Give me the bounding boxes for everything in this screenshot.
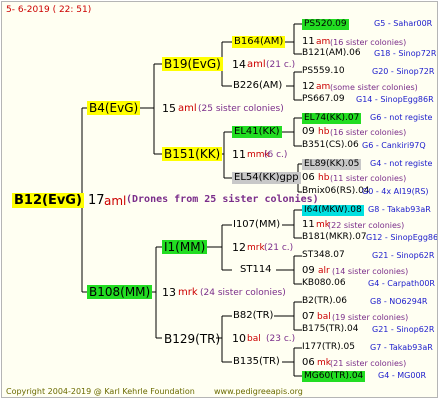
- gen3-desc: (11 sister colonies): [330, 174, 407, 183]
- gen1-queen-name: B4(EvG): [87, 101, 141, 115]
- gen3-tag: hb: [318, 127, 330, 137]
- gen4-queen-name: B181(MKR).07: [302, 232, 367, 242]
- gen2-tag: aml: [247, 59, 266, 70]
- gen3-year: 12: [302, 81, 315, 92]
- gen4-line-ref: G8 - NO6294R: [370, 297, 428, 306]
- gen3-year: 11: [302, 36, 315, 47]
- gen4-line-ref: G20 - Sinop72R: [372, 67, 435, 76]
- gen4-queen-name: PS520.09: [302, 19, 349, 30]
- gen1-queen-name: B108(MM): [87, 285, 153, 299]
- gen2-year: 14: [232, 58, 246, 71]
- gen3-year: 09: [302, 265, 315, 276]
- gen4-queen-name: B121(AM).06: [302, 48, 361, 58]
- gen3-desc: (14 sister colonies): [332, 267, 409, 276]
- gen3-queen-name: ST114: [240, 264, 272, 275]
- gen4-line-ref: G21 - Sinop62R: [372, 325, 435, 334]
- gen3-tag: am: [316, 82, 331, 92]
- gen2-year: 11: [232, 148, 246, 161]
- gen4-queen-name: EL89(KK).05: [302, 159, 362, 170]
- gen4-line-ref: G4 - MG00R: [378, 371, 427, 380]
- gen2-tag: mrk: [247, 243, 265, 253]
- gen3-tag: am: [316, 37, 331, 47]
- gen3-tag: hb: [318, 173, 330, 183]
- gen3-queen-name: EL41(KK): [232, 126, 282, 138]
- gen3-desc: (21 sister colonies): [330, 359, 407, 368]
- gen4-line-ref: G5 - Sahar00R: [374, 19, 433, 28]
- gen1-tag: mrk: [178, 287, 198, 298]
- gen4-queen-name: I177(TR).05: [302, 342, 355, 352]
- gen4-queen-name: MG60(TR).04: [302, 371, 366, 382]
- gen1-year: 13: [162, 286, 176, 299]
- gen1-desc: (25 sister colonies): [198, 104, 284, 114]
- gen3-tag: alr: [318, 266, 330, 276]
- gen2-desc: (21 c.): [264, 243, 294, 253]
- gen2-queen-name: I1(MM): [162, 240, 208, 254]
- gen3-year: 07: [302, 311, 315, 322]
- gen4-line-ref: G14 - SinopEgg86R: [356, 95, 434, 104]
- gen4-line-ref: G12 - SinopEgg86R: [366, 233, 438, 242]
- gen3-desc: (22 sister colonies): [328, 221, 405, 230]
- gen4-queen-name: Bmix06(RS).04: [302, 186, 370, 196]
- gen3-queen-name: EL54(KK)gpp: [232, 172, 301, 184]
- gen3-desc: (19 sister colonies): [332, 313, 409, 322]
- gen3-desc: (16 sister colonies): [330, 128, 407, 137]
- gen1-year: 15: [162, 102, 176, 115]
- gen4-queen-name: KB080.06: [302, 278, 346, 288]
- root-tag: aml: [104, 194, 127, 208]
- gen4-queen-name: B175(TR).04: [302, 324, 359, 334]
- gen2-queen-name: B19(EvG): [162, 57, 223, 71]
- gen2-desc: (21 c.): [266, 60, 296, 70]
- gen3-year: 09: [302, 126, 315, 137]
- gen4-line-ref: G6 - not registe: [370, 113, 433, 122]
- footer-copyright: Copyright 2004-2019 @ Karl Kehrle Founda…: [6, 387, 195, 396]
- gen3-queen-name: I107(MM): [233, 219, 281, 230]
- gen2-year: 10: [232, 332, 246, 345]
- header-date: 5- 6-2019 ( 22: 51): [6, 5, 92, 15]
- gen4-line-ref: G18 - Sinop72R: [374, 49, 437, 58]
- gen2-year: 12: [232, 241, 246, 254]
- gen3-year: 11: [302, 219, 315, 230]
- gen4-queen-name: I64(MKW).08: [302, 205, 364, 216]
- gen3-queen-name: B226(AM): [233, 80, 283, 91]
- gen3-queen-name: B82(TR): [233, 310, 274, 321]
- gen4-line-ref: G7 - Takab93aR: [370, 343, 433, 352]
- gen2-desc: (23 c.): [266, 334, 296, 344]
- gen3-year: 06: [302, 172, 315, 183]
- gen2-desc: (6 c.): [264, 150, 288, 160]
- root-queen-name: B12(EvG): [12, 193, 84, 208]
- gen4-queen-name: ST348.07: [302, 250, 345, 260]
- gen3-desc: (16 sister colonies): [330, 38, 407, 47]
- gen2-queen-name: B151(KK): [162, 147, 223, 161]
- gen3-tag: mk: [317, 358, 331, 368]
- root-drones-desc: (Drones from 25 sister colonies): [126, 194, 319, 205]
- gen4-line-ref: G21 - Sinop62R: [372, 251, 435, 260]
- gen3-queen-name: B164(AM): [232, 36, 286, 48]
- gen3-year: 06: [302, 357, 315, 368]
- gen4-line-ref: G4 - not registe: [370, 159, 433, 168]
- gen4-line-ref: G4 - Carpath00R: [368, 279, 435, 288]
- gen2-queen-name: B129(TR): [164, 332, 221, 346]
- pedigree-chart: 5- 6-2019 ( 22: 51) B12(EvG) 17 aml (Dro…: [1, 1, 438, 398]
- root-year: 17: [88, 193, 105, 208]
- gen3-tag: bal: [317, 312, 331, 322]
- gen4-line-ref: G6 - Cankiri97Q: [362, 141, 426, 150]
- gen1-desc: (24 sister colonies): [200, 288, 286, 298]
- footer-site-link[interactable]: www.pedigreeapis.org: [214, 388, 303, 396]
- gen4-queen-name: EL74(KK).07: [302, 113, 362, 124]
- gen4-line-ref: G8 - Takab93aR: [368, 205, 431, 214]
- gen4-queen-name: PS667.09: [302, 94, 345, 104]
- gen4-queen-name: PS559.10: [302, 66, 345, 76]
- gen2-tag: bal: [247, 334, 261, 344]
- gen4-queen-name: B351(CS).06: [302, 140, 359, 150]
- gen3-queen-name: B135(TR): [233, 356, 280, 367]
- gen4-queen-name: B2(TR).06: [302, 296, 347, 306]
- gen1-tag: aml: [178, 103, 197, 114]
- gen4-line-ref: G0 - 4x AI19(RS): [362, 187, 429, 196]
- gen3-desc: (some sister colonies): [330, 83, 418, 92]
